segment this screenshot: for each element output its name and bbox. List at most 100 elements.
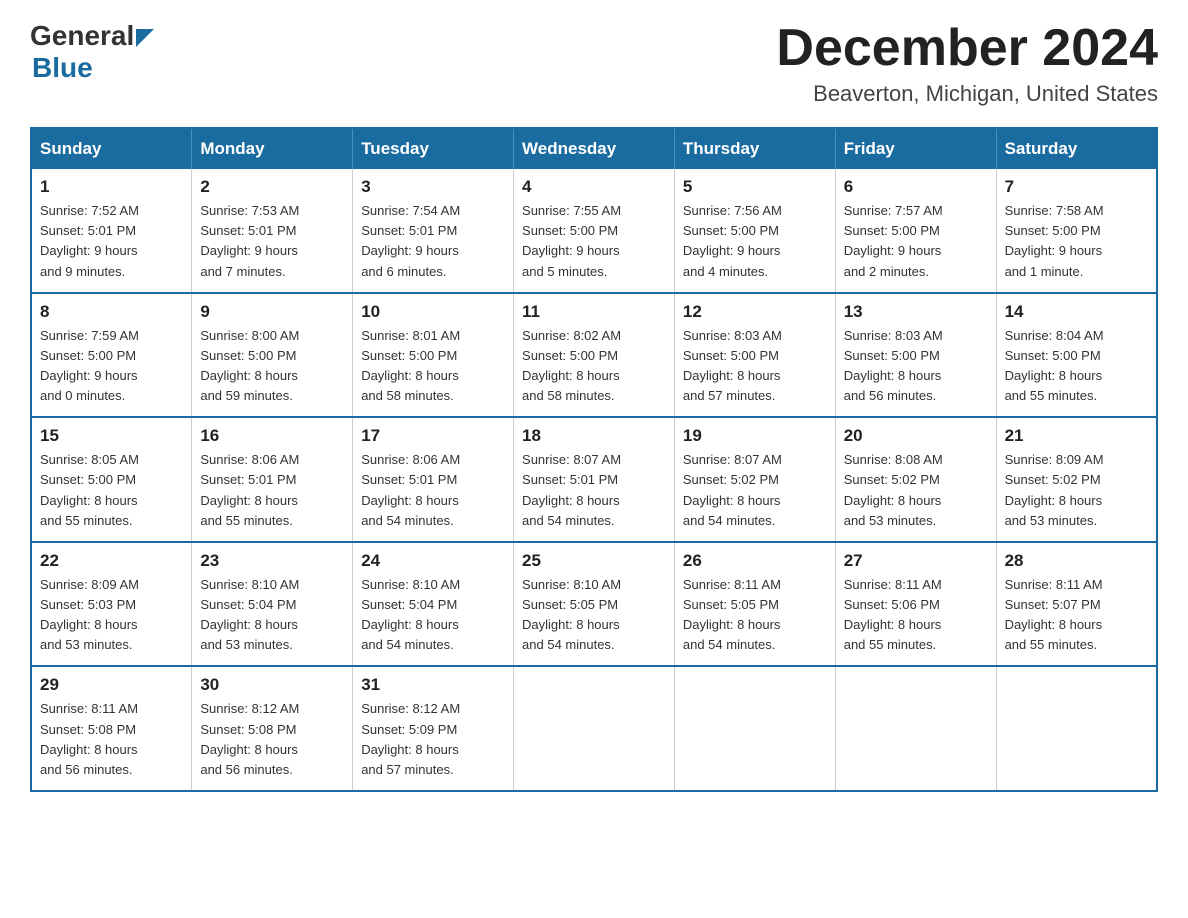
calendar-cell: 26 Sunrise: 8:11 AMSunset: 5:05 PMDaylig… (674, 542, 835, 667)
day-number: 2 (200, 177, 344, 197)
week-row-4: 22 Sunrise: 8:09 AMSunset: 5:03 PMDaylig… (31, 542, 1157, 667)
calendar-cell: 16 Sunrise: 8:06 AMSunset: 5:01 PMDaylig… (192, 417, 353, 542)
calendar-cell (674, 666, 835, 791)
day-number: 7 (1005, 177, 1148, 197)
day-number: 17 (361, 426, 505, 446)
calendar-cell: 14 Sunrise: 8:04 AMSunset: 5:00 PMDaylig… (996, 293, 1157, 418)
day-number: 18 (522, 426, 666, 446)
calendar-cell: 10 Sunrise: 8:01 AMSunset: 5:00 PMDaylig… (353, 293, 514, 418)
day-info: Sunrise: 7:52 AMSunset: 5:01 PMDaylight:… (40, 201, 183, 282)
calendar-cell: 13 Sunrise: 8:03 AMSunset: 5:00 PMDaylig… (835, 293, 996, 418)
day-info: Sunrise: 8:07 AMSunset: 5:02 PMDaylight:… (683, 450, 827, 531)
logo: General Blue (30, 20, 154, 84)
day-number: 27 (844, 551, 988, 571)
day-info: Sunrise: 8:09 AMSunset: 5:02 PMDaylight:… (1005, 450, 1148, 531)
calendar-cell (996, 666, 1157, 791)
day-number: 13 (844, 302, 988, 322)
day-info: Sunrise: 8:12 AMSunset: 5:08 PMDaylight:… (200, 699, 344, 780)
title-area: December 2024 Beaverton, Michigan, Unite… (776, 20, 1158, 107)
header-row: SundayMondayTuesdayWednesdayThursdayFrid… (31, 128, 1157, 169)
day-info: Sunrise: 8:03 AMSunset: 5:00 PMDaylight:… (844, 326, 988, 407)
calendar-cell: 15 Sunrise: 8:05 AMSunset: 5:00 PMDaylig… (31, 417, 192, 542)
day-info: Sunrise: 8:11 AMSunset: 5:08 PMDaylight:… (40, 699, 183, 780)
day-info: Sunrise: 8:11 AMSunset: 5:06 PMDaylight:… (844, 575, 988, 656)
day-number: 16 (200, 426, 344, 446)
header-day-saturday: Saturday (996, 128, 1157, 169)
calendar-cell: 11 Sunrise: 8:02 AMSunset: 5:00 PMDaylig… (514, 293, 675, 418)
page-subtitle: Beaverton, Michigan, United States (776, 81, 1158, 107)
calendar-cell: 17 Sunrise: 8:06 AMSunset: 5:01 PMDaylig… (353, 417, 514, 542)
week-row-3: 15 Sunrise: 8:05 AMSunset: 5:00 PMDaylig… (31, 417, 1157, 542)
calendar-cell: 29 Sunrise: 8:11 AMSunset: 5:08 PMDaylig… (31, 666, 192, 791)
day-info: Sunrise: 8:05 AMSunset: 5:00 PMDaylight:… (40, 450, 183, 531)
day-number: 26 (683, 551, 827, 571)
day-number: 31 (361, 675, 505, 695)
calendar-cell: 4 Sunrise: 7:55 AMSunset: 5:00 PMDayligh… (514, 169, 675, 293)
day-info: Sunrise: 8:07 AMSunset: 5:01 PMDaylight:… (522, 450, 666, 531)
calendar-table: SundayMondayTuesdayWednesdayThursdayFrid… (30, 127, 1158, 792)
day-number: 20 (844, 426, 988, 446)
header-day-wednesday: Wednesday (514, 128, 675, 169)
header-day-monday: Monday (192, 128, 353, 169)
day-number: 25 (522, 551, 666, 571)
day-number: 30 (200, 675, 344, 695)
day-number: 22 (40, 551, 183, 571)
calendar-cell: 7 Sunrise: 7:58 AMSunset: 5:00 PMDayligh… (996, 169, 1157, 293)
day-info: Sunrise: 8:09 AMSunset: 5:03 PMDaylight:… (40, 575, 183, 656)
logo-arrow-icon (136, 29, 154, 47)
day-info: Sunrise: 8:12 AMSunset: 5:09 PMDaylight:… (361, 699, 505, 780)
logo-blue-text: Blue (32, 52, 93, 84)
calendar-cell: 31 Sunrise: 8:12 AMSunset: 5:09 PMDaylig… (353, 666, 514, 791)
calendar-cell: 2 Sunrise: 7:53 AMSunset: 5:01 PMDayligh… (192, 169, 353, 293)
day-number: 10 (361, 302, 505, 322)
day-info: Sunrise: 7:54 AMSunset: 5:01 PMDaylight:… (361, 201, 505, 282)
header-day-friday: Friday (835, 128, 996, 169)
day-info: Sunrise: 7:53 AMSunset: 5:01 PMDaylight:… (200, 201, 344, 282)
day-info: Sunrise: 8:01 AMSunset: 5:00 PMDaylight:… (361, 326, 505, 407)
calendar-cell: 12 Sunrise: 8:03 AMSunset: 5:00 PMDaylig… (674, 293, 835, 418)
day-number: 24 (361, 551, 505, 571)
day-info: Sunrise: 8:10 AMSunset: 5:05 PMDaylight:… (522, 575, 666, 656)
day-info: Sunrise: 8:04 AMSunset: 5:00 PMDaylight:… (1005, 326, 1148, 407)
header: General Blue December 2024 Beaverton, Mi… (30, 20, 1158, 107)
week-row-5: 29 Sunrise: 8:11 AMSunset: 5:08 PMDaylig… (31, 666, 1157, 791)
day-number: 14 (1005, 302, 1148, 322)
day-number: 21 (1005, 426, 1148, 446)
calendar-cell: 30 Sunrise: 8:12 AMSunset: 5:08 PMDaylig… (192, 666, 353, 791)
day-info: Sunrise: 8:06 AMSunset: 5:01 PMDaylight:… (200, 450, 344, 531)
calendar-cell (835, 666, 996, 791)
calendar-cell: 21 Sunrise: 8:09 AMSunset: 5:02 PMDaylig… (996, 417, 1157, 542)
calendar-cell: 8 Sunrise: 7:59 AMSunset: 5:00 PMDayligh… (31, 293, 192, 418)
calendar-cell: 18 Sunrise: 8:07 AMSunset: 5:01 PMDaylig… (514, 417, 675, 542)
day-info: Sunrise: 7:55 AMSunset: 5:00 PMDaylight:… (522, 201, 666, 282)
day-number: 9 (200, 302, 344, 322)
day-info: Sunrise: 8:03 AMSunset: 5:00 PMDaylight:… (683, 326, 827, 407)
calendar-body: 1 Sunrise: 7:52 AMSunset: 5:01 PMDayligh… (31, 169, 1157, 791)
day-number: 4 (522, 177, 666, 197)
day-info: Sunrise: 8:00 AMSunset: 5:00 PMDaylight:… (200, 326, 344, 407)
day-number: 23 (200, 551, 344, 571)
day-info: Sunrise: 8:10 AMSunset: 5:04 PMDaylight:… (200, 575, 344, 656)
day-number: 5 (683, 177, 827, 197)
day-number: 15 (40, 426, 183, 446)
calendar-cell (514, 666, 675, 791)
calendar-cell: 6 Sunrise: 7:57 AMSunset: 5:00 PMDayligh… (835, 169, 996, 293)
calendar-cell: 19 Sunrise: 8:07 AMSunset: 5:02 PMDaylig… (674, 417, 835, 542)
day-info: Sunrise: 7:57 AMSunset: 5:00 PMDaylight:… (844, 201, 988, 282)
calendar-cell: 25 Sunrise: 8:10 AMSunset: 5:05 PMDaylig… (514, 542, 675, 667)
day-number: 11 (522, 302, 666, 322)
day-info: Sunrise: 8:10 AMSunset: 5:04 PMDaylight:… (361, 575, 505, 656)
calendar-cell: 5 Sunrise: 7:56 AMSunset: 5:00 PMDayligh… (674, 169, 835, 293)
day-number: 1 (40, 177, 183, 197)
day-info: Sunrise: 7:56 AMSunset: 5:00 PMDaylight:… (683, 201, 827, 282)
day-number: 29 (40, 675, 183, 695)
day-info: Sunrise: 8:11 AMSunset: 5:05 PMDaylight:… (683, 575, 827, 656)
calendar-header: SundayMondayTuesdayWednesdayThursdayFrid… (31, 128, 1157, 169)
day-info: Sunrise: 8:11 AMSunset: 5:07 PMDaylight:… (1005, 575, 1148, 656)
day-number: 19 (683, 426, 827, 446)
day-info: Sunrise: 8:08 AMSunset: 5:02 PMDaylight:… (844, 450, 988, 531)
logo-general-text: General (30, 20, 134, 52)
calendar-cell: 1 Sunrise: 7:52 AMSunset: 5:01 PMDayligh… (31, 169, 192, 293)
day-info: Sunrise: 8:02 AMSunset: 5:00 PMDaylight:… (522, 326, 666, 407)
calendar-cell: 22 Sunrise: 8:09 AMSunset: 5:03 PMDaylig… (31, 542, 192, 667)
